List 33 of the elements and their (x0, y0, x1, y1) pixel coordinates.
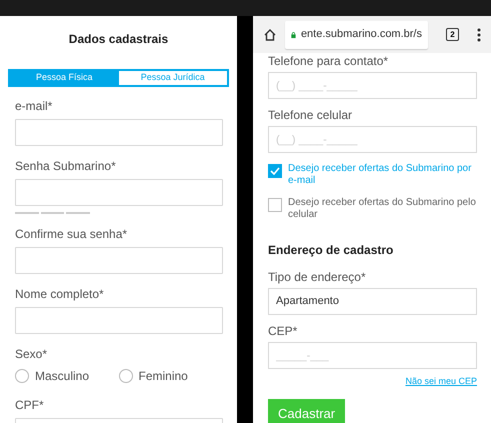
field-label: Tipo de endereço* (268, 271, 367, 284)
checkbox[interactable] (268, 164, 282, 178)
input-field[interactable] (15, 178, 223, 206)
input-field[interactable] (15, 246, 223, 274)
field-label: Senha Submarino* (15, 158, 117, 172)
field-label: e-mail* (15, 98, 54, 112)
field-label: Telefone celular (268, 109, 354, 122)
input-field[interactable]: (__) ____-_____ (268, 72, 477, 99)
tab-count[interactable]: 2 (446, 28, 459, 41)
input-field[interactable]: _____-___ (268, 342, 477, 369)
url-text: ente.submarino.com.br/s (300, 27, 422, 42)
section-heading: Endereço de cadastro (268, 242, 394, 259)
input-field[interactable] (15, 306, 223, 334)
checkbox[interactable] (268, 198, 282, 212)
input-field[interactable] (15, 118, 223, 146)
radio-option[interactable]: Feminino (118, 366, 222, 384)
lock-icon (291, 30, 296, 40)
field-label: CEP* (268, 325, 298, 338)
radio-option[interactable]: Masculino (15, 366, 118, 384)
field-label: Confirme sua senha* (15, 226, 128, 240)
checkbox-label: Desejo receber ofertas do Submarino por e-mail (288, 163, 472, 187)
field-label: Sexo* (15, 346, 48, 360)
field-label: Nome completo* (15, 286, 105, 300)
check-icon (270, 167, 280, 175)
select-field[interactable]: Apartamento (268, 288, 477, 315)
field-label: CPF* (15, 398, 45, 412)
address-bar[interactable]: ente.submarino.com.br/s (285, 20, 428, 48)
checkbox-label: Desejo receber ofertas do Submarino pelo celular (288, 197, 477, 221)
input-field[interactable]: (__) ____-_____ (268, 126, 477, 153)
menu-icon[interactable] (477, 28, 481, 42)
home-icon[interactable] (263, 28, 277, 42)
page-title: Dados cadastrais (68, 31, 168, 48)
field-label: Telefone para contato* (268, 55, 390, 68)
